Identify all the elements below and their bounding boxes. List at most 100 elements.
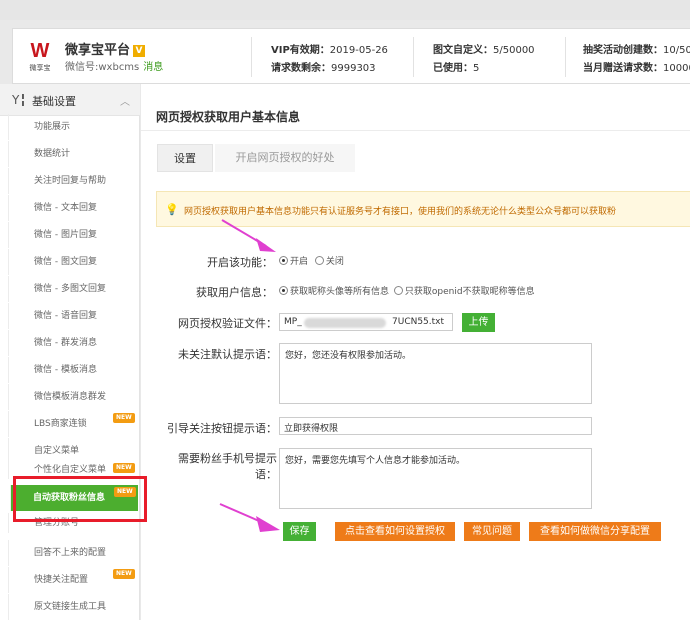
monthly-requests: 当月赠送请求数：1000000 — [583, 59, 690, 74]
tab-benefits[interactable]: 开启网页授权的好处 — [215, 144, 355, 172]
message-link[interactable]: 消息 — [143, 62, 163, 73]
follow-button-input[interactable]: 立即获得权限 — [279, 417, 592, 435]
sidebar-item-image-reply[interactable]: 微信 - 图片回复 — [8, 222, 140, 248]
logo-w-icon: W — [30, 40, 50, 62]
sidebar-item-label: 个性化自定义菜单 — [34, 465, 107, 475]
redacted-blur — [304, 318, 386, 328]
brand-name-text: 微享宝平台 — [65, 43, 131, 58]
file-name-suffix: 7UCN55.txt — [392, 317, 445, 327]
custom-news-value: 5/50000 — [493, 45, 535, 56]
main-content: 网页授权获取用户基本信息 设置 开启网页授权的好处 💡 网页授权获取用户基本信息… — [141, 84, 690, 620]
sidebar-section-basic[interactable]: Y╏ 基础设置 ︿ — [0, 84, 140, 116]
enable-off-radio[interactable] — [314, 256, 324, 265]
getinfo-openid-radio[interactable] — [393, 286, 403, 295]
requests-remaining-value: 9999303 — [331, 63, 376, 74]
title-divider — [141, 130, 690, 131]
enable-radio-group: 开启 关闭 — [279, 254, 344, 267]
view-share-config-button[interactable]: 查看如何做微信分享配置 — [529, 522, 661, 541]
sidebar-item-personal-menu[interactable]: 个性化自定义菜单 NEW — [8, 461, 140, 479]
faq-button[interactable]: 常见问题 — [464, 522, 520, 541]
page-title: 网页授权获取用户基本信息 — [156, 110, 301, 124]
sidebar-item-sub-accounts[interactable]: 管理分账号 — [8, 513, 140, 533]
tools-icon: Y╏ — [12, 93, 27, 107]
requests-remaining-label: 请求数剩余： — [271, 63, 331, 74]
sidebar-item-template-mass[interactable]: 微信模板消息群发 — [8, 384, 140, 410]
vip-expiry-label: VIP有效期： — [271, 45, 330, 56]
getinfo-radio-group: 获取昵称头像等所有信息 只获取openid不获取昵称等信息 — [279, 284, 535, 297]
new-badge: NEW — [113, 413, 135, 423]
notice-text: 网页授权获取用户基本信息功能只有认证服务号才有接口，使用我们的系统无论什么类型公… — [184, 207, 617, 217]
sidebar-item-link-generator[interactable]: 原文链接生成工具 — [8, 594, 140, 620]
sidebar-item-template-message[interactable]: 微信 - 模板消息 — [8, 357, 140, 383]
sidebar-item-lbs-chain[interactable]: LBS商家连锁 NEW — [8, 411, 140, 437]
header-divider — [251, 37, 252, 77]
monthly-requests-label: 当月赠送请求数： — [583, 63, 663, 74]
getinfo-all-radio[interactable] — [279, 286, 288, 295]
sidebar-item-multi-news-reply[interactable]: 微信 - 多图文回复 — [8, 276, 140, 302]
getinfo-label: 获取用户信息： — [196, 286, 273, 299]
sidebar-item-label: 自动获取粉丝信息 — [33, 493, 106, 503]
sidebar-item-label: LBS商家连锁 — [34, 419, 87, 429]
phone-prompt-label: 需要粉丝手机号提示语： — [151, 451, 277, 483]
sidebar-item-text-reply[interactable]: 微信 - 文本回复 — [8, 195, 140, 221]
sidebar-item-mass-message[interactable]: 微信 - 群发消息 — [8, 330, 140, 356]
lottery-value: 10/500 — [663, 45, 690, 56]
top-strip — [0, 0, 690, 20]
header-divider — [413, 37, 414, 77]
logo-text: 微享宝 — [29, 64, 51, 72]
account-header: W 微享宝 微享宝平台 V 微信号:wxbcms 消息 VIP有效期：2019-05… — [12, 28, 690, 84]
brand-logo: W 微享宝 — [21, 39, 59, 73]
used-value: 5 — [473, 63, 480, 74]
enable-on-radio[interactable] — [279, 256, 288, 265]
enable-off-label: 关闭 — [325, 257, 344, 267]
sidebar-item-quick-follow[interactable]: 快捷关注配置 NEW — [8, 567, 140, 593]
tab-settings[interactable]: 设置 — [157, 144, 213, 172]
monthly-requests-value: 1000000 — [663, 63, 690, 74]
unfollow-textarea[interactable]: 您好，您还没有权限参加活动。 — [279, 343, 592, 404]
brand-name: 微享宝平台 V — [65, 39, 146, 58]
phone-prompt-label-line1: 需要粉丝手机号提示 — [178, 452, 277, 465]
enable-on-label: 开启 — [290, 257, 309, 267]
header-divider — [565, 37, 566, 77]
getinfo-openid-label: 只获取openid不获取昵称等信息 — [404, 287, 535, 297]
sidebar-item-follow-reply[interactable]: 关注时回复与帮助 — [8, 168, 140, 194]
phone-prompt-textarea[interactable]: 您好，需要您先填写个人信息才能参加活动。 — [279, 448, 592, 509]
custom-news-label: 图文自定义： — [433, 45, 493, 56]
verification-file-field[interactable]: MP_ 7UCN55.txt — [279, 313, 453, 331]
unfollow-label: 未关注默认提示语： — [178, 348, 277, 361]
sidebar-item-statistics[interactable]: 数据统计 — [8, 141, 140, 167]
used-count: 已使用：5 — [433, 59, 479, 74]
used-label: 已使用： — [433, 63, 473, 74]
getinfo-all-label: 获取昵称头像等所有信息 — [290, 287, 390, 297]
sidebar-item-feature-showcase[interactable]: 功能展示 — [8, 114, 140, 140]
view-auth-guide-button[interactable]: 点击查看如何设置授权 — [335, 522, 455, 541]
save-button[interactable]: 保存 — [283, 522, 316, 541]
sidebar-section-title: 基础设置 — [32, 95, 76, 108]
follow-button-label: 引导关注按钮提示语： — [167, 422, 277, 435]
notice-banner: 💡 网页授权获取用户基本信息功能只有认证服务号才有接口，使用我们的系统无论什么类… — [156, 191, 690, 227]
new-badge: NEW — [114, 487, 136, 497]
sidebar: Y╏ 基础设置 ︿ 功能展示 数据统计 关注时回复与帮助 微信 - 文本回复 微… — [0, 84, 140, 620]
upload-button[interactable]: 上传 — [462, 313, 495, 332]
new-badge: NEW — [113, 569, 135, 579]
requests-remaining: 请求数剩余：9999303 — [271, 59, 376, 74]
custom-news-count: 图文自定义：5/50000 — [433, 41, 535, 56]
chevron-up-icon[interactable]: ︿ — [120, 93, 130, 108]
enable-label: 开启该功能： — [207, 256, 273, 269]
sidebar-item-voice-reply[interactable]: 微信 - 语音回复 — [8, 303, 140, 329]
wechat-id: 微信号:wxbcms 消息 — [65, 58, 163, 73]
file-label: 网页授权验证文件： — [178, 317, 277, 330]
sidebar-item-news-reply[interactable]: 微信 - 图文回复 — [8, 249, 140, 275]
phone-prompt-label-line2: 语： — [255, 468, 277, 481]
lottery-label: 抽奖活动创建数： — [583, 45, 663, 56]
sidebar-item-label: 快捷关注配置 — [34, 575, 89, 585]
new-badge: NEW — [113, 463, 135, 473]
sidebar-item-auto-fans-info[interactable]: 自动获取粉丝信息 NEW — [10, 485, 138, 511]
lightbulb-icon: 💡 — [165, 203, 179, 216]
lottery-count: 抽奖活动创建数：10/500 — [583, 41, 690, 56]
vip-expiry-value: 2019-05-26 — [329, 45, 388, 56]
file-name-prefix: MP_ — [284, 317, 302, 327]
wechat-id-text: 微信号:wxbcms — [65, 62, 140, 73]
vip-icon: V — [133, 45, 146, 57]
sidebar-item-fallback-config[interactable]: 回答不上来的配置 — [8, 540, 140, 566]
